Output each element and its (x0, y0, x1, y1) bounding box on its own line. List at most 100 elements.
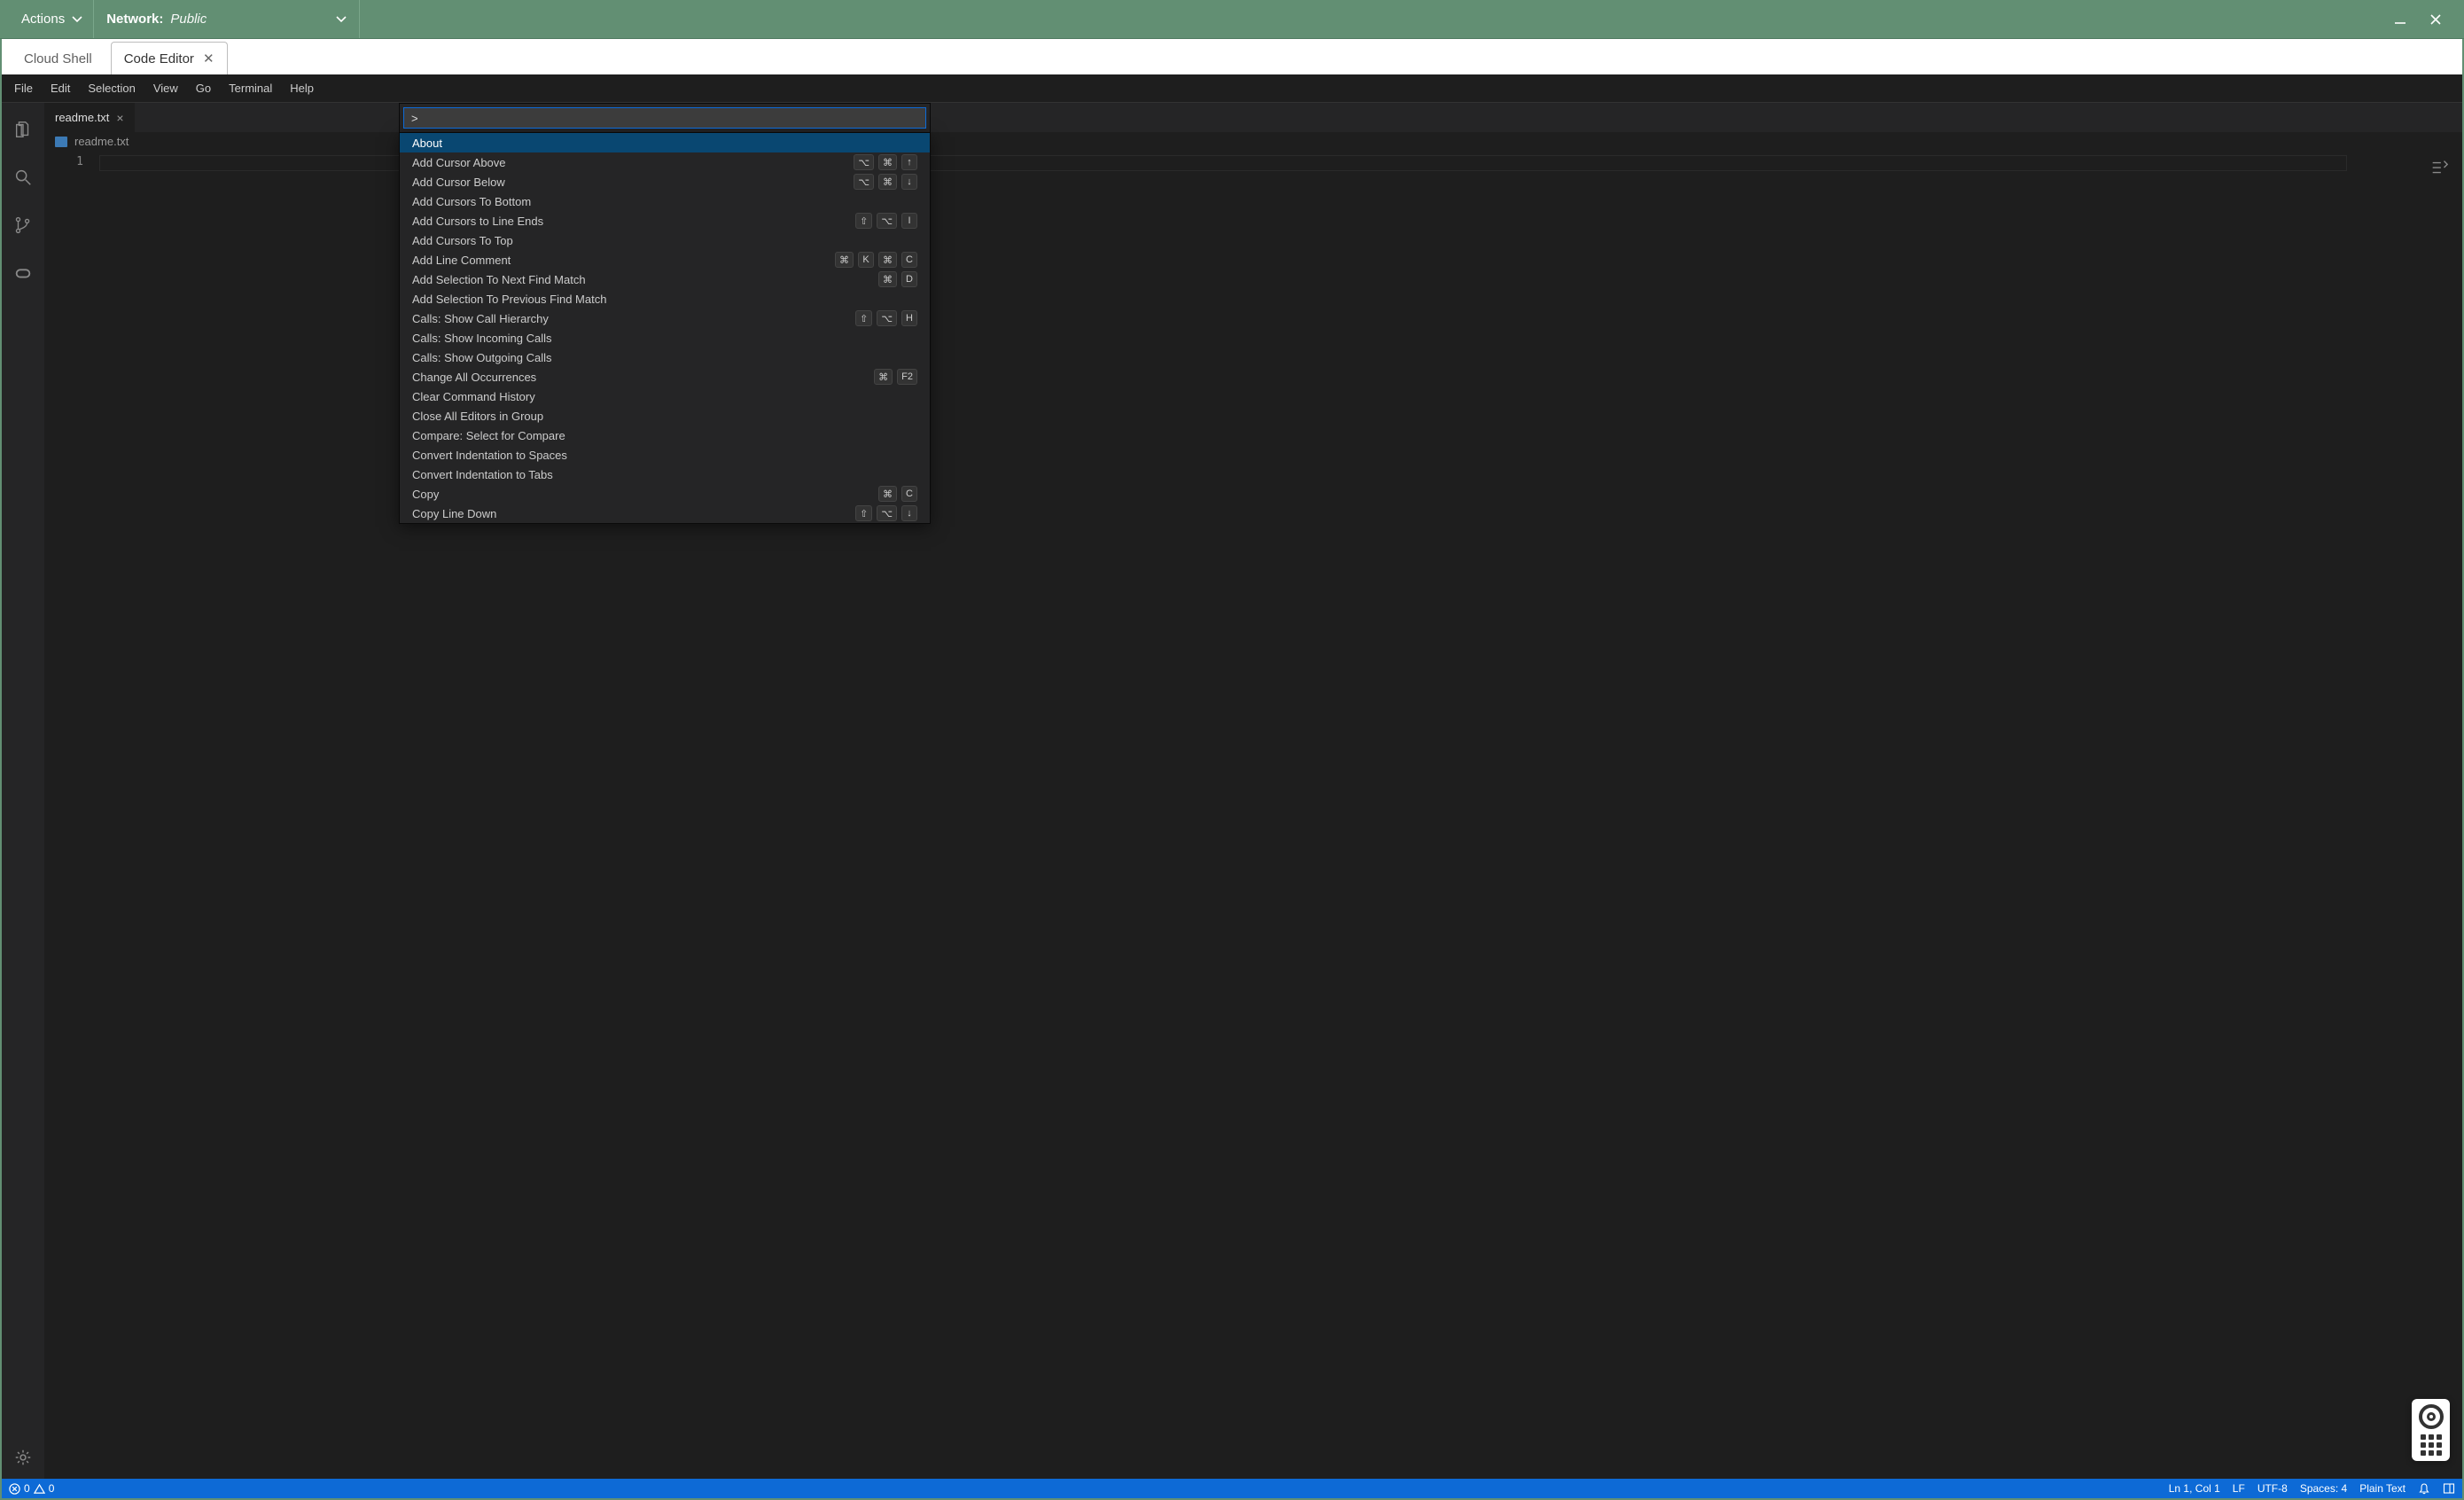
command-item[interactable]: Clear Command History (400, 387, 930, 406)
keycap: ⌘ (878, 271, 897, 287)
command-item[interactable]: Compare: Select for Compare (400, 426, 930, 445)
eol-indicator[interactable]: LF (2233, 1482, 2245, 1495)
command-item-label: Clear Command History (412, 390, 917, 403)
tab-cloud-shell-label: Cloud Shell (24, 51, 92, 66)
command-item-label: Calls: Show Incoming Calls (412, 332, 917, 345)
keycap: ↓ (901, 174, 917, 190)
menu-go[interactable]: Go (187, 76, 220, 100)
command-item-label: Add Selection To Next Find Match (412, 273, 878, 286)
layout-toggle-button[interactable] (2443, 1482, 2455, 1495)
tab-code-editor[interactable]: Code Editor ✕ (111, 42, 228, 74)
command-item-label: Calls: Show Outgoing Calls (412, 351, 917, 364)
editor-tab-filename: readme.txt (55, 111, 109, 124)
command-item-shortcut: ⇧⌥H (855, 310, 917, 326)
chevron-down-icon (336, 14, 347, 25)
command-palette-input[interactable] (403, 107, 926, 129)
command-item[interactable]: Copy Line Down⇧⌥↓ (400, 504, 930, 523)
close-editor-tab-icon[interactable]: × (116, 111, 123, 125)
menu-edit[interactable]: Edit (42, 76, 79, 100)
command-item[interactable]: Calls: Show Incoming Calls (400, 328, 930, 348)
keycap: ⇧ (855, 310, 872, 326)
settings-button[interactable] (2, 1436, 44, 1479)
command-item-shortcut: ⌥⌘↑ (854, 154, 917, 170)
command-item-label: Convert Indentation to Spaces (412, 449, 917, 462)
command-item-label: Close All Editors in Group (412, 410, 917, 423)
command-item-label: Add Cursors to Line Ends (412, 215, 855, 228)
actions-dropdown[interactable]: Actions (11, 0, 94, 38)
cursor-position[interactable]: Ln 1, Col 1 (2169, 1482, 2220, 1495)
keycap: C (901, 252, 917, 268)
command-item[interactable]: Add Cursors to Line Ends⇧⌥I (400, 211, 930, 230)
command-item[interactable]: Convert Indentation to Spaces (400, 445, 930, 465)
command-item-label: Add Selection To Previous Find Match (412, 293, 917, 306)
editor-app: File Edit Selection View Go Terminal Hel… (2, 74, 2462, 1498)
keycap: ⌘ (878, 154, 897, 170)
search-icon (13, 168, 33, 187)
keycap: ↓ (901, 505, 917, 521)
keycap: ⇧ (855, 213, 872, 229)
command-item[interactable]: Add Cursors To Top (400, 230, 930, 250)
command-palette-list[interactable]: AboutAdd Cursor Above⌥⌘↑Add Cursor Below… (399, 133, 931, 524)
command-item[interactable]: Add Cursors To Bottom (400, 191, 930, 211)
source-control-tab[interactable] (2, 204, 44, 246)
command-item-label: Calls: Show Call Hierarchy (412, 312, 855, 325)
indentation-indicator[interactable]: Spaces: 4 (2300, 1482, 2347, 1495)
network-dropdown[interactable]: Network: Public (94, 0, 360, 38)
menu-help[interactable]: Help (281, 76, 323, 100)
help-widget (2412, 1399, 2450, 1461)
keycap: F2 (897, 369, 917, 385)
command-item[interactable]: Change All Occurrences⌘F2 (400, 367, 930, 387)
help-icon[interactable] (2419, 1404, 2444, 1429)
command-palette-input-row (399, 103, 931, 133)
line-gutter: 1 (44, 152, 99, 1479)
chevron-down-icon (72, 14, 82, 25)
command-item[interactable]: Calls: Show Call Hierarchy⇧⌥H (400, 309, 930, 328)
keycap: ⌥ (854, 154, 874, 170)
status-bar: 0 0 Ln 1, Col 1 LF UTF-8 Spaces: 4 Plain… (2, 1479, 2462, 1498)
command-item-label: Copy Line Down (412, 507, 855, 520)
menu-selection[interactable]: Selection (79, 76, 144, 100)
encoding-indicator[interactable]: UTF-8 (2257, 1482, 2288, 1495)
command-item[interactable]: Add Selection To Previous Find Match (400, 289, 930, 309)
command-item-shortcut: ⇧⌥I (855, 213, 917, 229)
command-item[interactable]: Add Cursor Above⌥⌘↑ (400, 152, 930, 172)
keycap: C (901, 486, 917, 502)
menu-view[interactable]: View (144, 76, 187, 100)
outline-toggle-button[interactable] (2427, 155, 2452, 180)
keycap: ⌘ (878, 174, 897, 190)
editor-tab-readme[interactable]: readme.txt × (44, 103, 136, 132)
line-number-1: 1 (44, 155, 83, 168)
file-icon (55, 137, 67, 147)
close-icon (2429, 13, 2442, 26)
language-mode[interactable]: Plain Text (2359, 1482, 2406, 1495)
command-item[interactable]: Add Line Comment⌘K⌘C (400, 250, 930, 270)
close-tab-icon[interactable]: ✕ (203, 51, 214, 66)
minimize-button[interactable] (2382, 0, 2418, 38)
close-button[interactable] (2418, 0, 2453, 38)
command-item[interactable]: Convert Indentation to Tabs (400, 465, 930, 484)
apps-grid-icon[interactable] (2421, 1434, 2442, 1456)
warning-icon (34, 1483, 45, 1495)
keycap: ⌥ (877, 310, 897, 326)
command-item[interactable]: Add Cursor Below⌥⌘↓ (400, 172, 930, 191)
oracle-cloud-tab[interactable] (2, 252, 44, 294)
command-item[interactable]: Copy⌘C (400, 484, 930, 504)
editor-side-tools (2421, 155, 2457, 180)
command-item-label: Add Cursors To Top (412, 234, 917, 247)
bell-icon (2418, 1482, 2430, 1495)
oval-icon (13, 263, 33, 283)
command-item[interactable]: Add Selection To Next Find Match⌘D (400, 270, 930, 289)
search-tab[interactable] (2, 156, 44, 199)
explorer-tab[interactable] (2, 108, 44, 151)
command-item[interactable]: Close All Editors in Group (400, 406, 930, 426)
command-item[interactable]: About (400, 133, 930, 152)
tab-cloud-shell[interactable]: Cloud Shell (11, 43, 105, 74)
command-item-shortcut: ⌥⌘↓ (854, 174, 917, 190)
menu-terminal[interactable]: Terminal (220, 76, 281, 100)
keycap: ⌘ (878, 486, 897, 502)
command-item[interactable]: Calls: Show Outgoing Calls (400, 348, 930, 367)
problems-button[interactable]: 0 0 (9, 1482, 54, 1495)
menu-file[interactable]: File (5, 76, 42, 100)
command-item-label: Convert Indentation to Tabs (412, 468, 917, 481)
notifications-button[interactable] (2418, 1482, 2430, 1495)
